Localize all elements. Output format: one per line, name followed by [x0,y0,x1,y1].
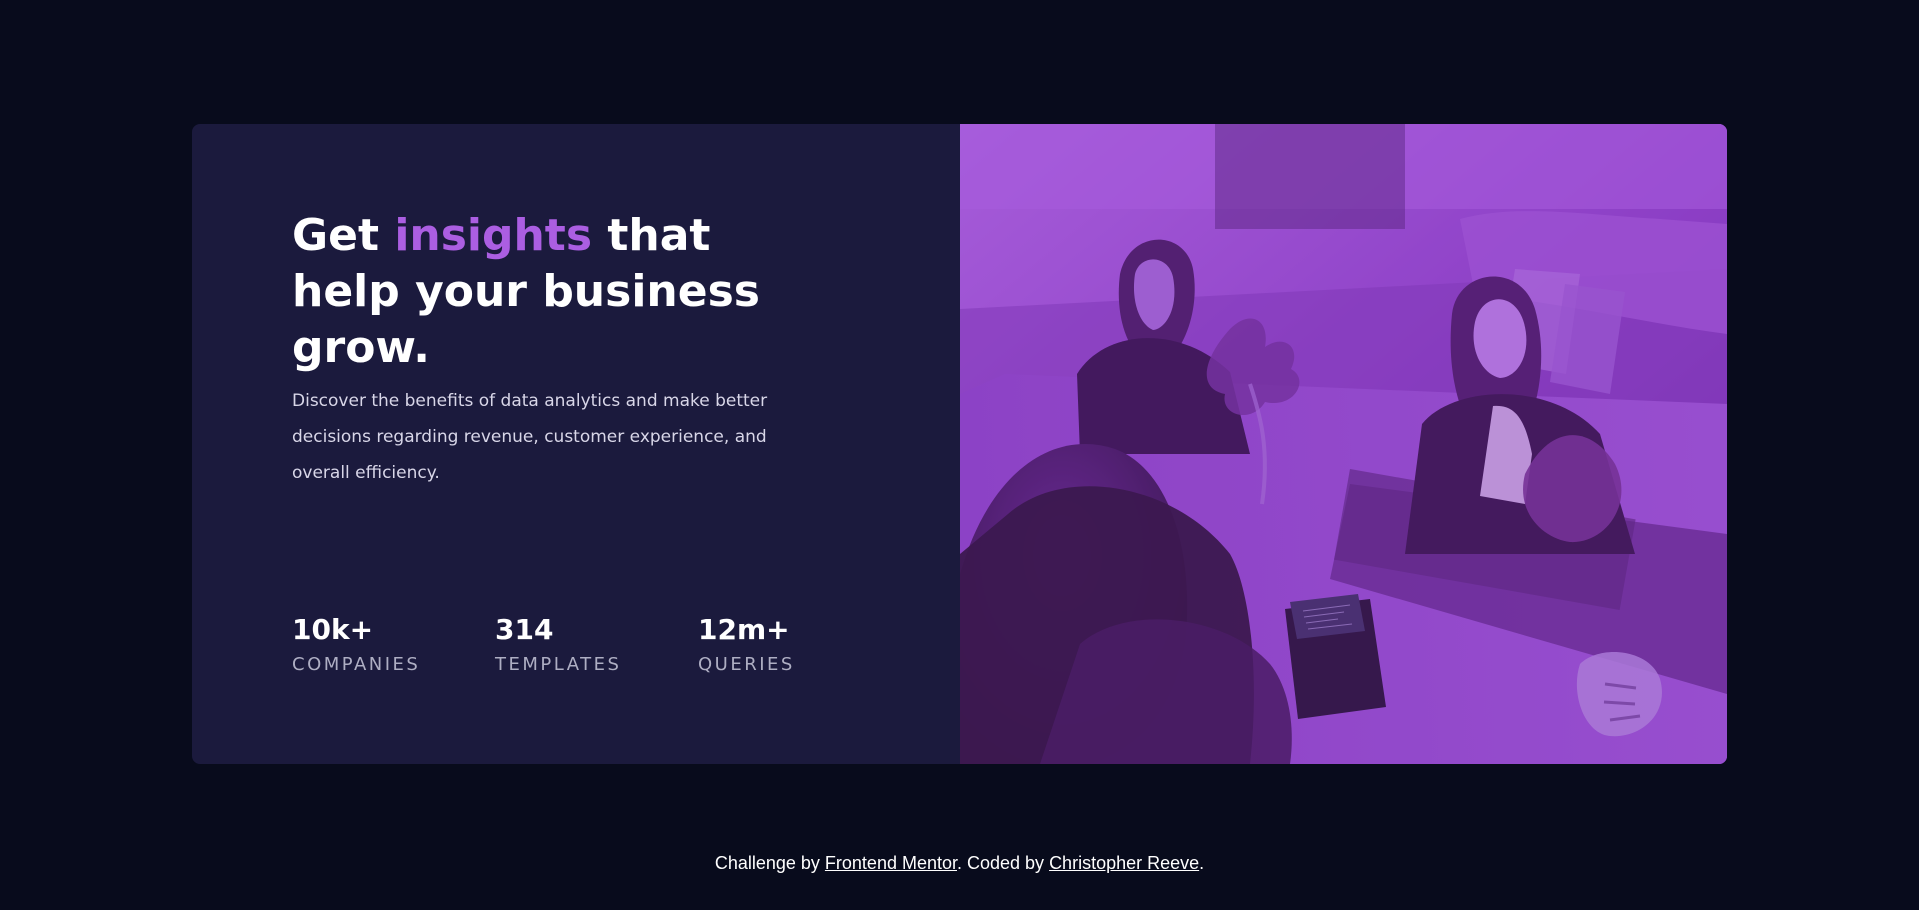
stats-list: 10k+ COMPANIES 314 TEMPLATES 12m+ QUERIE… [292,614,901,678]
stat-queries: 12m+ QUERIES [698,614,901,678]
stat-value: 12m+ [698,613,790,646]
author-link[interactable]: Christopher Reeve [1049,853,1199,873]
page: Get insights that help your business gro… [0,0,1919,910]
card-content: Get insights that help your business gro… [192,124,960,764]
stat-label: TEMPLATES [495,654,622,675]
headline-start: Get [292,210,395,261]
stat-label: COMPANIES [292,654,421,675]
stat-label: QUERIES [698,654,795,675]
office-team-image [960,124,1727,764]
footer-suffix: . [1199,853,1205,873]
stat-value: 10k+ [292,613,374,646]
description-text: Discover the benefits of data analytics … [292,391,768,483]
office-team-photo [960,124,1727,764]
attribution-footer: Challenge by Frontend Mentor. Coded by C… [0,849,1919,877]
footer-prefix: Challenge by [714,853,825,873]
page-title: Get insights that help your business gro… [292,208,812,376]
frontend-mentor-link[interactable]: Frontend Mentor [825,853,957,873]
stats-preview-card: Get insights that help your business gro… [192,124,1727,764]
headline-accent: insights [394,210,593,261]
stat-companies: 10k+ COMPANIES [292,614,495,678]
footer-middle: . Coded by [957,853,1050,873]
stat-value: 314 [495,613,554,646]
stat-templates: 314 TEMPLATES [495,614,698,678]
